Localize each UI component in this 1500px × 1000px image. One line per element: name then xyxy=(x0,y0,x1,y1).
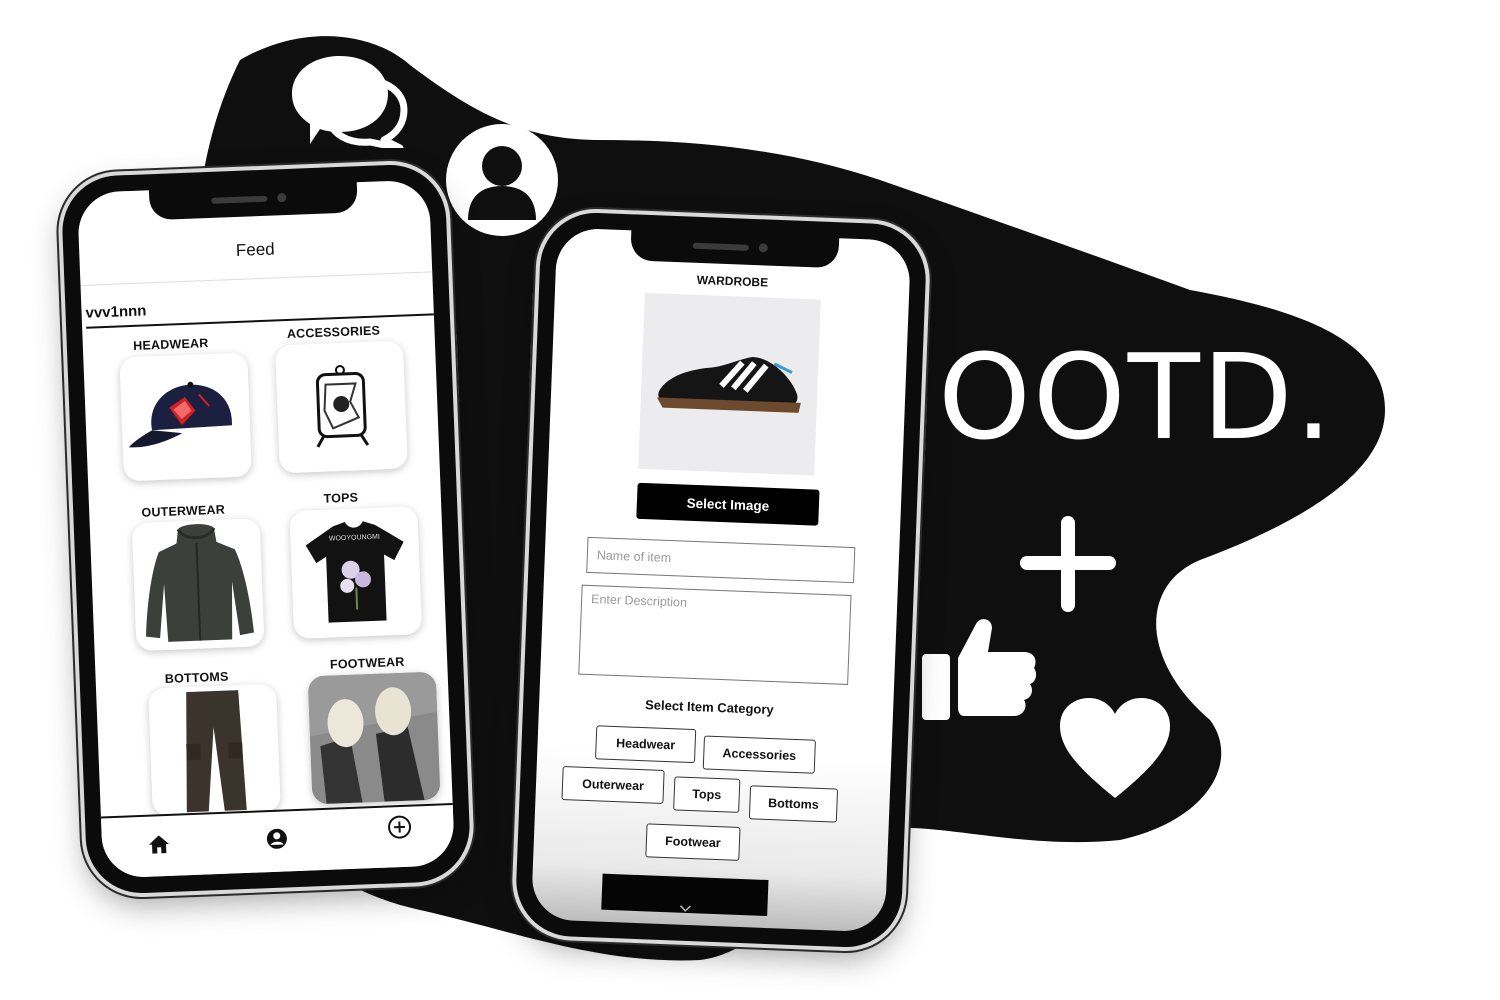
tshirt-image: WOOYOUNGMI xyxy=(305,521,404,623)
chevron-down-icon xyxy=(679,905,691,912)
camera xyxy=(277,192,287,203)
home-icon[interactable] xyxy=(148,834,171,855)
username[interactable]: vvv1nnn xyxy=(85,302,146,321)
thumbs-up-icon xyxy=(922,619,1037,720)
category-label-tops: TOPS xyxy=(323,490,359,506)
phone-wardrobe: WARDROBE Select Image Select Item Catego… xyxy=(514,210,928,950)
category-card-bottoms[interactable] xyxy=(148,683,281,817)
item-name-input[interactable] xyxy=(586,536,856,584)
chip-accessories[interactable]: Accessories xyxy=(702,735,816,774)
chip-tops[interactable]: Tops xyxy=(673,776,741,813)
chip-outerwear[interactable]: Outerwear xyxy=(561,766,665,804)
add-circle-icon[interactable] xyxy=(387,815,412,840)
sneaker-image xyxy=(656,357,801,413)
user-icon[interactable] xyxy=(265,827,288,850)
feed-screen: Feed vvv1nnn HEADWEAR ACCESSORIES OUTERW… xyxy=(76,179,456,879)
page-title: Feed xyxy=(235,239,275,260)
chip-headwear[interactable]: Headwear xyxy=(595,725,697,764)
chat-bubbles-icon xyxy=(292,56,408,148)
category-label-accessories: ACCESSORIES xyxy=(286,323,381,342)
category-card-tops[interactable]: WOOYOUNGMI xyxy=(289,506,423,639)
select-image-button[interactable]: Select Image xyxy=(636,482,820,526)
category-heading: Select Item Category xyxy=(644,697,774,718)
cap-image xyxy=(128,381,232,448)
item-image-preview xyxy=(638,292,821,476)
hoodie-image xyxy=(146,524,254,642)
brand-title: OOTD. xyxy=(938,328,1335,466)
page-title: WARDROBE xyxy=(696,272,769,290)
chip-footwear[interactable]: Footwear xyxy=(645,823,741,861)
category-card-accessories[interactable] xyxy=(274,340,408,474)
category-label-headwear: HEADWEAR xyxy=(132,336,209,353)
category-card-headwear[interactable] xyxy=(119,352,252,482)
divider xyxy=(80,271,433,286)
category-label-bottoms: BOTTOMS xyxy=(164,669,229,686)
cargo-pants-image xyxy=(186,690,247,813)
chip-bottoms[interactable]: Bottoms xyxy=(748,785,839,823)
speaker xyxy=(692,242,749,251)
heart-icon xyxy=(1060,698,1170,798)
description-input[interactable] xyxy=(578,584,852,685)
speaker xyxy=(211,195,268,204)
category-label-footwear: FOOTWEAR xyxy=(329,654,405,672)
wardrobe-screen: WARDROBE Select Image Select Item Catego… xyxy=(530,227,912,933)
category-label-outerwear: OUTERWEAR xyxy=(141,502,226,520)
category-card-footwear[interactable] xyxy=(307,671,441,805)
pendant-image xyxy=(315,365,370,448)
camera xyxy=(758,243,768,253)
phone-feed: Feed vvv1nnn HEADWEAR ACCESSORIES OUTERW… xyxy=(58,162,472,896)
sneakers-photo-image xyxy=(307,671,441,805)
category-card-outerwear[interactable] xyxy=(131,518,265,652)
plus-icon-vertical xyxy=(1061,516,1075,612)
